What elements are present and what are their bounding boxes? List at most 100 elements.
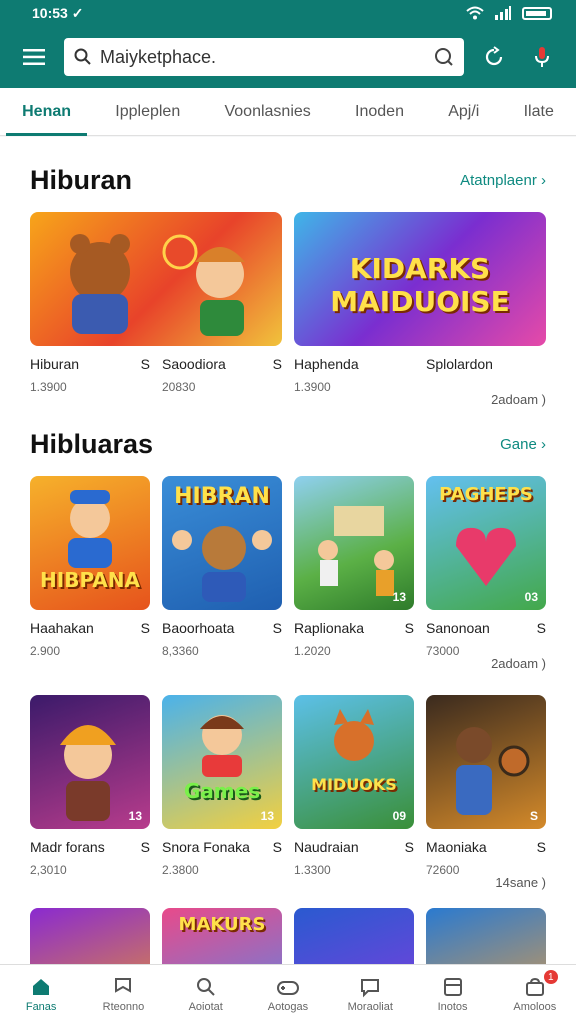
category-tabs: Henan Ippleplen Voonlasnies Inoden Apj/i… [0,88,576,136]
nav-games[interactable]: Aotogas [253,976,323,1013]
notification-button[interactable] [524,39,560,75]
featured-row: Hiburan S 1.3900 Saoodiora S 20830 KIDARKS… [0,212,576,394]
section-header: Hiburan Atatnplaenr › [0,165,576,196]
game-name: Madr forans [30,839,105,855]
tab-home[interactable]: Henan [6,88,87,136]
price-icon: S [140,620,150,636]
game-card[interactable]: 13 Madr forans S 2,3010 [30,695,150,877]
nav-flag[interactable]: Rteonno [88,976,158,1013]
tile-badge: 13 [392,590,406,604]
tab-apps-2[interactable]: Apj/i [440,88,487,136]
tab-apps[interactable]: Ippleplen [107,88,188,136]
game-card[interactable] [30,908,150,964]
section-title: Hibluaras [30,429,154,459]
nav-search[interactable]: Aoiotat [171,976,241,1013]
price-icon: S [404,620,414,636]
book-icon [443,978,462,996]
warrior-artwork [456,727,530,815]
tile-title: HIBPANA [40,568,140,592]
game-count: 1.3300 [294,863,331,877]
price-icon: S [536,620,546,636]
tab-categories[interactable]: Voonlasnies [216,88,318,136]
game-card[interactable]: MIDUOKS 09 Naudraian S 1.3300 [294,695,414,877]
section-title: Hiburan [30,165,133,195]
nav-label: Aotogas [267,1001,309,1013]
game-count: 2.3800 [162,863,199,877]
game-count: 2,3010 [30,863,67,877]
game-name: Naudraian [294,839,359,855]
section-header: Hibluaras Gane › [0,429,576,460]
status-icons [466,6,552,20]
search-icon [74,48,91,65]
nav-label: Amoloos [513,1001,557,1013]
nav-library[interactable]: Inotos [418,976,488,1013]
main-content: Hiburan Atatnplaenr › Hiburan S 1.3900 S… [0,137,576,964]
game-count: 1.3900 [294,380,331,394]
game-card[interactable]: S Maoniaka S 72600 [426,695,546,877]
tile-badge: 13 [260,809,274,823]
more-link[interactable]: 2adoam ) [0,392,576,407]
notification-badge: 1 [543,970,558,984]
game-name: Hiburan [30,356,80,372]
price-icon: S [272,620,282,636]
nav-label: Inotos [437,1001,468,1013]
game-card[interactable]: 13 Raplionaka S 1.2020 [294,476,414,658]
game-name: Raplionaka [294,620,365,636]
game-card[interactable]: HIBPANA Haahakan S 2.900 [30,476,150,658]
game-thumbnail: HIBRAN [162,476,282,610]
search-input[interactable] [100,46,426,68]
see-all-link[interactable]: Atatnplaenr › [460,172,546,189]
game-count: 2.900 [30,644,61,658]
game-row: HIBPANA Haahakan S 2.900 HIBRAN Baoorhoat… [0,476,576,658]
tile-badge: S [529,809,538,823]
price-icon: S [404,839,414,855]
tile-badge: 03 [524,590,538,604]
menu-button[interactable] [16,39,52,75]
signal-icon [495,6,511,20]
featured-card[interactable]: Hiburan S 1.3900 Saoodiora S 20830 [30,212,282,394]
game-name: Splolardon [426,356,493,372]
nav-store[interactable]: 1 Amoloos [500,970,570,1013]
game-card[interactable]: MAKURS [162,908,282,964]
flag-icon [115,978,132,993]
game-thumbnail: Games 13 [162,695,282,829]
bottom-navigation: Fanas Rteonno Aoiotat Aotogas Moraoliat … [0,964,576,1024]
tab-index[interactable]: Inoden [347,88,412,136]
game-thumbnail [426,908,546,964]
game-card[interactable]: PAGHEPS 03 Sanonoan S 73000 [426,476,546,658]
search-icon [196,978,215,996]
more-link[interactable]: 2adoam ) [0,656,576,671]
game-card[interactable]: Games 13 Snora Fonaka S 2.3800 [162,695,282,877]
game-thumbnail: MIDUOKS 09 [294,695,414,829]
tab-late[interactable]: Ilate [516,88,562,136]
refresh-button[interactable] [476,39,512,75]
game-thumbnail [30,212,282,346]
see-all-link[interactable]: Gane › [500,436,546,453]
refresh-icon [485,46,503,66]
more-link[interactable]: 14sane ) [0,875,576,890]
game-card[interactable] [294,908,414,964]
wifi-icon [466,6,484,20]
nav-chat[interactable]: Moraoliat [335,976,405,1013]
price-icon: S [272,839,282,855]
game-card[interactable] [426,908,546,964]
tile-title: KIDARKS MAIDUOISE [330,252,510,318]
featured-card[interactable]: KIDARKS MAIDUOISE Haphenda 1.3900 Splola… [294,212,546,394]
app-bar [0,26,576,88]
store-icon [525,977,544,996]
game-name: Haahakan [30,620,94,636]
game-name: Maoniaka [426,839,487,855]
game-card[interactable]: HIBRAN Baoorhoata S 8,3360 [162,476,282,658]
voice-search-icon[interactable] [434,47,454,67]
nav-label: Moraoliat [347,1001,393,1013]
tile-badge: 09 [392,809,406,823]
gamepad-icon [276,981,299,995]
mic-icon [535,47,549,67]
tile-title: MAKURS [178,914,266,935]
game-count: 1.2020 [294,644,331,658]
bear-girl-artwork [70,234,245,336]
tile-title: HIBRAN [174,484,270,509]
tile-title: PAGHEPS [439,484,533,505]
nav-home[interactable]: Fanas [6,976,76,1013]
price-icon: S [140,356,150,372]
